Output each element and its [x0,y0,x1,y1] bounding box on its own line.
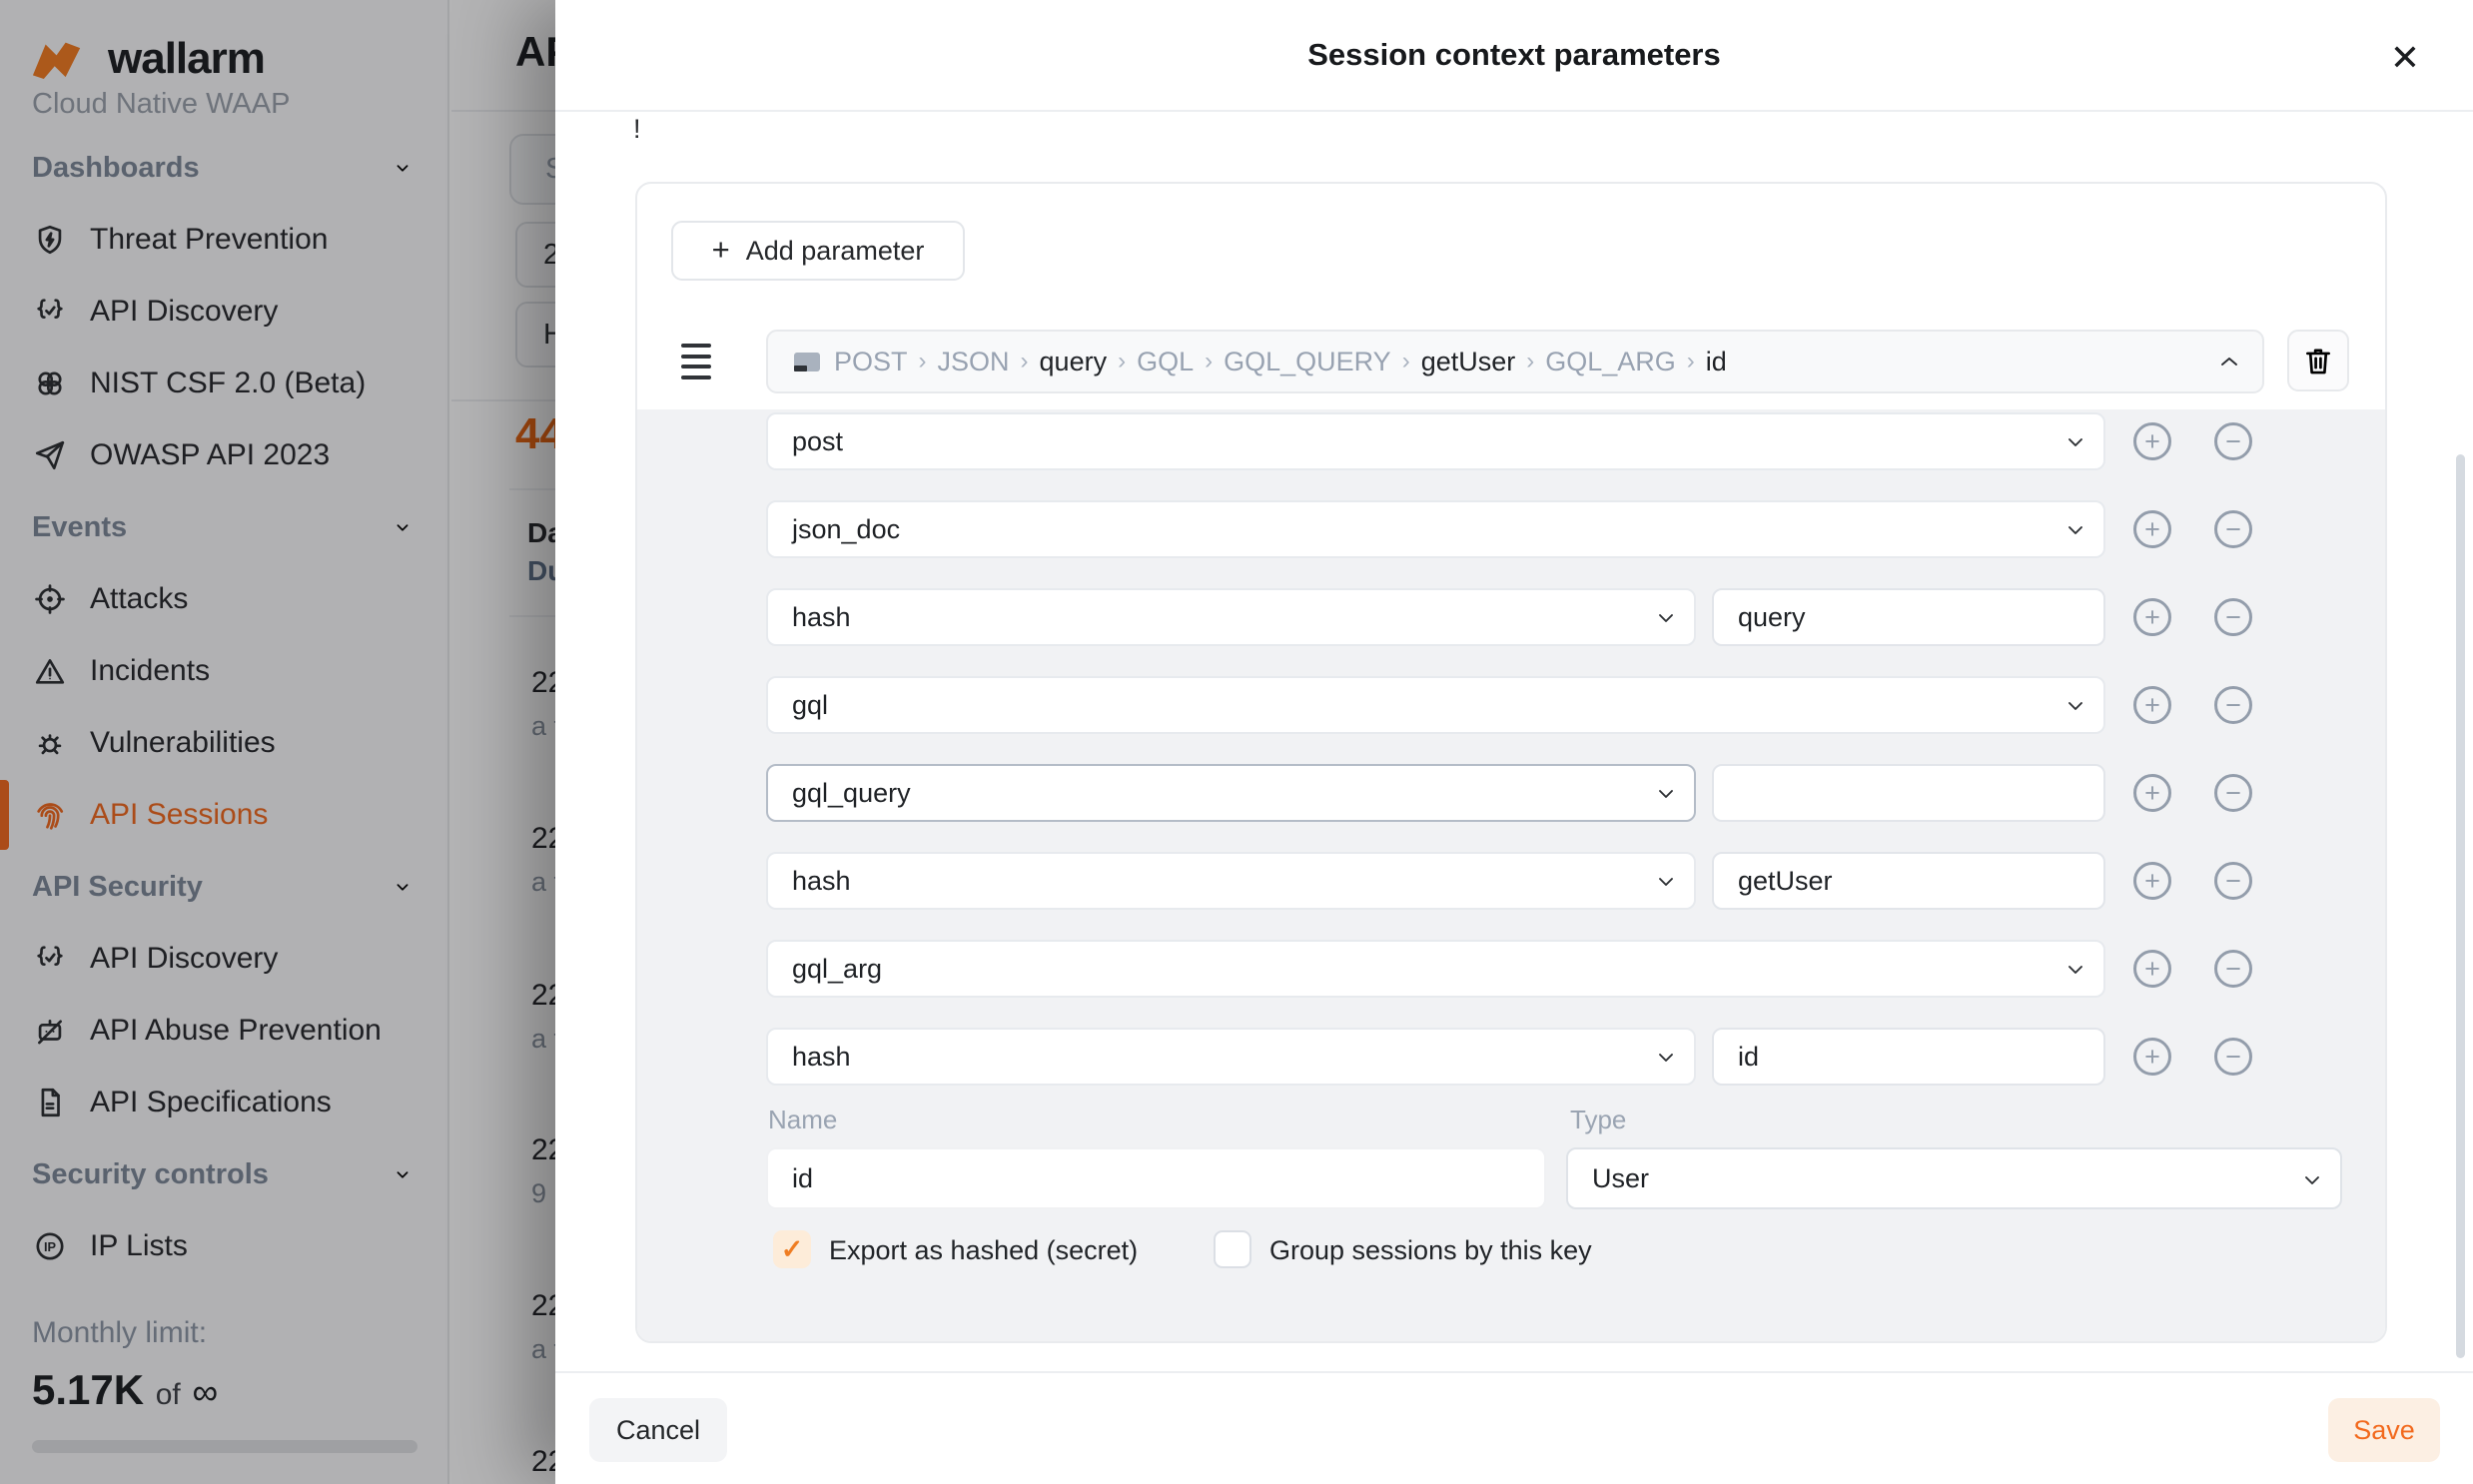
add-row-button[interactable]: + [2133,598,2171,636]
session-context-parameters-modal: Session context parameters ✕ ! + Add par… [555,0,2473,1484]
modal-footer: Cancel Save [555,1371,2473,1484]
add-row-button[interactable]: + [2133,1038,2171,1076]
drag-handle-icon[interactable] [681,344,711,379]
path-part-select[interactable]: gql_query [766,764,1696,822]
chevron-down-icon [2067,701,2083,711]
path-part-value-field[interactable] [1712,764,2105,822]
type-label: Type [1570,1105,1626,1135]
breadcrumb-separator: › [1205,348,1213,375]
remove-row-button[interactable]: − [2214,598,2252,636]
select-value: gql_query [792,778,911,809]
app: wallarm Cloud Native WAAP Dashboards Thr… [0,0,2473,1484]
add-row-button[interactable]: + [2133,686,2171,724]
scrollbar-thumb[interactable] [2456,454,2465,1358]
path-part-value-input[interactable] [1738,778,2103,809]
breadcrumb-segment: GQL_ARG [1545,347,1676,377]
select-value: json_doc [792,514,900,545]
remove-row-button[interactable]: − [2214,774,2252,812]
modal-header: Session context parameters ✕ [555,0,2473,112]
breadcrumb-segment: query [1040,347,1108,377]
cancel-button[interactable]: Cancel [589,1398,727,1462]
breadcrumb-separator: › [1402,348,1410,375]
group-sessions-checkbox[interactable] [1214,1230,1251,1268]
check-icon: ✓ [781,1234,804,1265]
close-icon[interactable]: ✕ [2381,34,2429,82]
remove-row-button[interactable]: − [2214,862,2252,900]
path-part-select[interactable]: hash [766,1028,1696,1086]
select-value: gql [792,690,828,721]
breadcrumb-separator: › [1118,348,1126,375]
path-part-select[interactable]: json_doc [766,500,2105,558]
breadcrumb-segment: JSON [938,347,1010,377]
add-row-button[interactable]: + [2133,774,2171,812]
modal-title: Session context parameters [1307,37,1721,73]
chevron-down-icon [1658,877,1674,887]
breadcrumb-separator: › [1021,348,1029,375]
remove-row-button[interactable]: − [2214,510,2252,548]
chevron-down-icon [2304,1175,2320,1185]
breadcrumb: POST › JSON › query › GQL › GQL_QUERY › … [834,347,1727,377]
type-select[interactable]: User [1566,1147,2342,1209]
breadcrumb-separator: › [1687,348,1695,375]
select-value: hash [792,1042,851,1073]
chevron-up-icon[interactable] [2220,356,2238,368]
select-value: post [792,426,843,457]
save-button[interactable]: Save [2328,1398,2440,1462]
remove-row-button[interactable]: − [2214,1038,2252,1076]
path-part-value-field[interactable] [1712,588,2105,646]
clipped-text-fragment: ! [633,114,641,145]
name-label: Name [768,1105,837,1135]
select-value: hash [792,866,851,897]
export-hashed-checkbox[interactable]: ✓ [773,1230,811,1268]
parameter-path-header[interactable]: POST › JSON › query › GQL › GQL_QUERY › … [766,330,2264,393]
add-row-button[interactable]: + [2133,422,2171,460]
path-part-value-input[interactable] [1738,1042,2103,1073]
name-field[interactable] [766,1147,1546,1209]
modal-body: ! + Add parameter POST › JSON › query [555,112,2473,1371]
remove-row-button[interactable]: − [2214,950,2252,988]
add-row-button[interactable]: + [2133,510,2171,548]
select-value: gql_arg [792,954,882,985]
path-part-value-input[interactable] [1738,866,2103,897]
breadcrumb-segment: GQL_QUERY [1224,347,1391,377]
breadcrumb-segment: GQL [1137,347,1194,377]
plus-icon: + [712,232,730,268]
path-part-select[interactable]: post [766,412,2105,470]
group-sessions-label: Group sessions by this key [1269,1235,1592,1266]
add-parameter-label: Add parameter [746,236,925,267]
path-part-select[interactable]: hash [766,852,1696,910]
path-part-value-field[interactable] [1712,1028,2105,1086]
chevron-down-icon [1658,613,1674,623]
breadcrumb-segment: id [1706,347,1727,377]
trash-icon [2301,344,2335,377]
path-part-value-field[interactable] [1712,852,2105,910]
add-parameter-button[interactable]: + Add parameter [671,221,965,281]
request-part-icon [794,353,820,371]
delete-parameter-button[interactable] [2287,330,2349,391]
add-row-button[interactable]: + [2133,950,2171,988]
breadcrumb-separator: › [1526,348,1534,375]
modal-backdrop[interactable] [0,0,555,1484]
remove-row-button[interactable]: − [2214,686,2252,724]
remove-row-button[interactable]: − [2214,422,2252,460]
path-part-select[interactable]: hash [766,588,1696,646]
path-part-value-input[interactable] [1738,602,2103,633]
name-input[interactable] [792,1163,1544,1194]
select-value: hash [792,602,851,633]
chevron-down-icon [2067,437,2083,447]
select-value: User [1592,1163,1649,1194]
path-part-select[interactable]: gql [766,676,2105,734]
chevron-down-icon [2067,965,2083,975]
parameters-card: + Add parameter POST › JSON › query › GQ… [635,182,2387,1343]
breadcrumb-segment: getUser [1421,347,1516,377]
chevron-down-icon [1658,789,1674,799]
add-row-button[interactable]: + [2133,862,2171,900]
export-hashed-label: Export as hashed (secret) [829,1235,1138,1266]
chevron-down-icon [1658,1053,1674,1063]
path-part-select[interactable]: gql_arg [766,940,2105,998]
breadcrumb-segment: POST [834,347,908,377]
chevron-down-icon [2067,525,2083,535]
breadcrumb-separator: › [919,348,927,375]
